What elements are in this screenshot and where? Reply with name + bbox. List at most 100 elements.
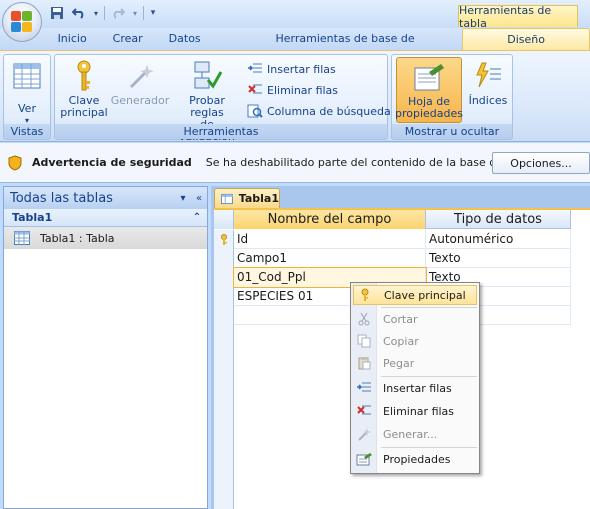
probar-label-1: Probar reglas [189,94,225,119]
options-button[interactable]: Opciones... [492,152,590,174]
menu-item-label: Clave principal [384,288,466,302]
eliminar-filas-label: Eliminar filas [267,83,339,97]
columna-busqueda-label: Columna de búsqueda [267,104,391,118]
table-row[interactable]: Id Autonumérico [214,230,571,249]
tab-herramientas-bd[interactable]: Herramientas de base de datos [263,28,457,67]
security-message: Se ha deshabilitado parte del contenido … [205,156,538,169]
collapse-pane-icon[interactable]: « [191,193,207,204]
qat-separator [143,6,144,20]
document-tab-tabla1[interactable]: Tabla1 [214,188,280,208]
context-menu: Clave principal Cortar Copiar Pegar Inse… [350,282,480,474]
insert-rows-icon [247,61,263,77]
indices-button[interactable]: Índices [466,59,510,107]
customize-qat-icon[interactable]: ▾ [148,4,158,22]
tab-inicio[interactable]: Inicio [45,28,100,50]
menu-separator [381,307,477,308]
row-selector[interactable] [214,287,234,306]
menu-separator [381,447,477,448]
table-row[interactable]: Campo1 Texto [214,249,571,268]
menu-item-label: Copiar [383,334,419,348]
property-sheet-icon [412,60,446,94]
row-selector[interactable] [214,230,234,249]
build-wand-icon [123,59,157,93]
menu-item-cortar[interactable]: Cortar [353,309,477,329]
undo-dropdown-icon[interactable]: ▾ [92,4,100,22]
chevron-down-icon[interactable]: ▾ [175,193,191,204]
redo-dropdown-icon[interactable]: ▾ [131,4,139,22]
field-name-cell[interactable]: Id [234,230,426,249]
header-data-type[interactable]: Tipo de datos [426,210,571,229]
key-icon [67,59,101,93]
menu-separator [381,376,477,377]
group-mostrar: Hoja de propiedades Índices Mostrar u oc… [391,54,513,140]
nav-item-tabla1[interactable]: Tabla1 : Tabla [4,227,207,249]
properties-icon [353,449,375,469]
clave-label-2: principal [60,106,108,119]
nav-pane-title: Todas las tablas [10,190,113,206]
group-vistas: Ver ▾ Vistas [3,54,51,140]
contextual-tab-label: Herramientas de tabla [458,4,578,30]
row-selector[interactable] [214,249,234,268]
select-all-corner[interactable] [214,210,234,229]
menu-item-insertar-filas[interactable]: Insertar filas [353,378,477,398]
generador-label: Generador [110,94,170,107]
insertar-filas-button[interactable]: Insertar filas [247,59,336,79]
datasheet-view-icon [10,59,44,93]
validation-icon [190,59,224,93]
ver-button[interactable]: Ver ▾ [8,59,46,127]
table-icon [14,231,30,245]
delete-rows-icon [353,401,375,421]
insert-rows-icon [353,378,375,398]
save-icon[interactable] [48,4,66,22]
nav-pane-header[interactable]: Todas las tablas ▾ « [4,187,207,209]
quick-access-toolbar: ▾ ▾ ▾ [48,4,158,22]
delete-rows-icon [247,82,263,98]
copy-icon [353,331,375,351]
row-selector-column [214,325,234,509]
generador-button[interactable]: Generador [111,59,169,107]
nav-group-title: Tabla1 [12,211,53,224]
scissors-icon [353,309,375,329]
insertar-filas-label: Insertar filas [267,62,336,76]
office-logo-icon [11,11,33,33]
key-icon [354,285,376,305]
nav-item-label: Tabla1 : Tabla [40,231,115,245]
office-button[interactable] [2,2,42,42]
undo-icon[interactable] [70,4,88,22]
hoja-label-2: propiedades [395,107,464,120]
menu-item-pegar[interactable]: Pegar [353,353,477,373]
redo-icon[interactable] [109,4,127,22]
hoja-propiedades-button[interactable]: Hoja de propiedades [395,57,464,123]
group-label-herramientas: Herramientas [55,124,387,139]
eliminar-filas-button[interactable]: Eliminar filas [247,80,338,100]
navigation-pane: Todas las tablas ▾ « Tabla1 ⌃ Tabla1 : T… [3,186,208,509]
build-icon [353,424,375,444]
data-type-cell[interactable]: Autonumérico [426,230,571,249]
header-field-name[interactable]: Nombre del campo [234,210,426,229]
row-selector[interactable] [214,306,234,325]
menu-item-copiar[interactable]: Copiar [353,331,477,351]
tab-diseno[interactable]: Diseño [462,28,590,50]
tab-datos-externos[interactable]: Datos externos [156,28,263,67]
grid-header: Nombre del campo Tipo de datos [214,210,571,229]
ribbon: Ver ▾ Vistas Clave principal Generador P… [0,50,590,143]
columna-busqueda-button[interactable]: Columna de búsqueda [247,101,391,121]
group-label-mostrar: Mostrar u ocultar [392,124,512,139]
menu-item-label: Eliminar filas [383,404,455,418]
menu-item-label: Cortar [383,312,418,326]
data-type-cell[interactable]: Texto [426,249,571,268]
indices-label: Índices [468,94,508,107]
menu-item-eliminar-filas[interactable]: Eliminar filas [353,401,477,421]
nav-group-header[interactable]: Tabla1 ⌃ [4,209,207,227]
ver-label: Ver [18,102,36,115]
tab-crear[interactable]: Crear [100,28,156,50]
menu-item-clave-principal[interactable]: Clave principal [353,285,477,305]
row-selector[interactable] [214,268,234,287]
menu-item-propiedades[interactable]: Propiedades [353,449,477,469]
menu-item-label: Propiedades [383,452,451,466]
collapse-group-icon[interactable]: ⌃ [187,212,207,223]
menu-item-generar[interactable]: Generar... [353,424,477,444]
menu-item-label: Generar... [383,427,438,441]
field-name-cell[interactable]: Campo1 [234,249,426,268]
clave-principal-button[interactable]: Clave principal [59,59,109,119]
